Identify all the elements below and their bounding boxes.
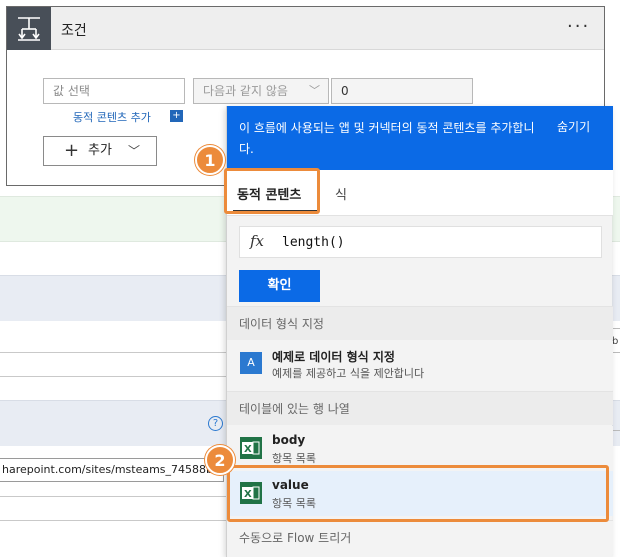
divider — [0, 496, 226, 497]
add-dynamic-plus-icon[interactable]: + — [170, 110, 183, 122]
section-header-format-data: 데이터 형식 지정 — [227, 306, 613, 340]
add-dynamic-content-link[interactable]: 동적 콘텐츠 추가 — [73, 109, 151, 125]
divider — [612, 430, 620, 431]
chevron-down-icon: ﹀ — [128, 144, 141, 158]
step-badge-1: 1 — [195, 145, 225, 175]
operator-label: 다음과 같지 않음 — [203, 84, 288, 98]
condition-title: 조건 — [61, 23, 87, 39]
section-header-manual-trigger: 수동으로 Flow 트리거 — [227, 520, 613, 554]
value-select-input[interactable]: 값 선택 — [43, 78, 185, 104]
list-item-title: 예제로 데이터 형식 지정 — [272, 350, 395, 364]
excel-icon: X — [240, 437, 262, 459]
ok-button[interactable]: 확인 — [239, 270, 320, 302]
divider — [612, 352, 620, 353]
operator-dropdown[interactable]: 다음과 같지 않음 ﹀ — [193, 78, 329, 104]
svg-text:X: X — [244, 444, 252, 455]
list-item-subtitle: 항목 목록 — [272, 452, 316, 465]
divider — [0, 352, 226, 353]
add-button-label: 추가 — [88, 143, 112, 158]
expression-input[interactable]: fx length() — [239, 226, 602, 258]
add-button[interactable]: + 추가 ﹀ — [43, 136, 157, 166]
tab-expression[interactable]: 식 — [335, 184, 347, 203]
panel-header: 이 흐름에 사용되는 앱 및 커넥터의 동적 콘텐츠를 추가합니다. 숨기기 — [227, 106, 613, 170]
compare-value-input[interactable]: 0 — [331, 78, 473, 104]
condition-header[interactable]: 조건 ··· — [7, 7, 604, 50]
divider — [0, 520, 226, 521]
format-data-icon: A — [240, 352, 262, 374]
condition-icon — [7, 7, 51, 50]
fx-icon: fx — [250, 232, 265, 250]
highlight-box-value-item — [227, 465, 609, 522]
more-options-icon[interactable]: ··· — [567, 16, 590, 37]
expression-text: length() — [282, 235, 345, 250]
hide-button[interactable]: 숨기기 — [557, 118, 590, 135]
list-item-format-by-example[interactable]: A 예제로 데이터 형식 지정 예제를 제공하고 식을 제안합니다 — [227, 341, 613, 390]
divider — [612, 328, 620, 329]
highlight-box-dynamic-tab — [224, 168, 320, 214]
chevron-down-icon: ﹀ — [309, 84, 320, 97]
panel-pointer — [212, 110, 226, 128]
section-header-list-rows: 테이블에 있는 행 나열 — [227, 391, 613, 425]
list-item-subtitle: 예제를 제공하고 식을 제안합니다 — [272, 367, 425, 380]
help-icon[interactable]: ? — [208, 416, 223, 431]
panel-description: 이 흐름에 사용되는 앱 및 커넥터의 동적 콘텐츠를 추가합니다. — [239, 121, 535, 156]
plus-icon: + — [64, 140, 80, 161]
list-item-title: body — [272, 433, 306, 447]
site-url-field[interactable]: harepoint.com/sites/msteams_74588b — [0, 458, 224, 482]
divider — [0, 376, 226, 377]
step-badge-2: 2 — [205, 445, 235, 475]
